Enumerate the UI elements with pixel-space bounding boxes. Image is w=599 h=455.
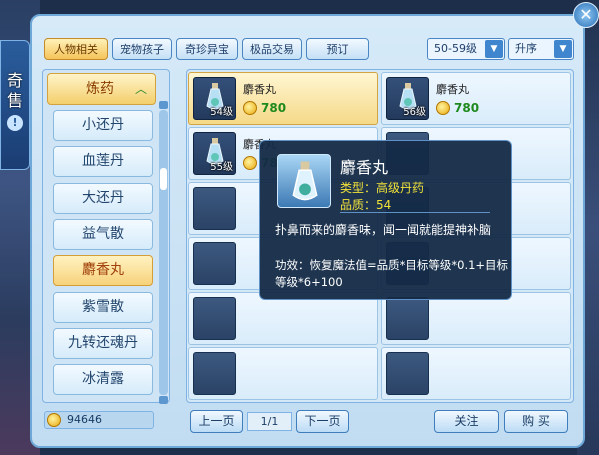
scroll-up-icon[interactable] <box>159 101 168 109</box>
page-number: 1/1 <box>247 412 292 431</box>
listing-cell[interactable]: 56级 麝香丸 780 <box>381 72 571 125</box>
close-icon: ✕ <box>579 5 593 24</box>
level-filter-select[interactable]: 50-59级 ▼ <box>427 38 505 60</box>
category-header[interactable]: 炼药 ︿ <box>47 73 156 105</box>
level-filter-value: 50-59级 <box>434 42 477 55</box>
sort-value: 升序 <box>515 42 537 55</box>
empty-slot <box>193 242 236 285</box>
category-scrollbar[interactable] <box>159 101 168 404</box>
exclamation-icon: ! <box>7 115 23 131</box>
chevron-down-icon: ▼ <box>485 40 503 58</box>
item-level: 54级 <box>210 107 233 118</box>
scrollbar-thumb[interactable] <box>160 168 167 190</box>
tooltip-type: 类型：高级丹药 <box>340 181 425 195</box>
gold-amount: 94646 <box>67 413 102 426</box>
next-page-button[interactable]: 下一页 <box>296 410 349 433</box>
side-tab-char-1: 奇 <box>6 71 23 90</box>
tooltip-divider <box>340 212 490 213</box>
buy-button[interactable]: 购 买 <box>504 410 568 433</box>
tab-character[interactable]: 人物相关 <box>44 38 108 60</box>
tooltip-item-slot <box>277 154 331 208</box>
listing-cell-empty[interactable] <box>188 347 378 400</box>
tooltip-quality: 品质：54 <box>340 198 392 212</box>
tab-reserve[interactable]: 预订 <box>306 38 369 60</box>
category-label: 炼药 <box>86 81 114 97</box>
tooltip-description: 扑鼻而来的麝香味，闻一闻就能提神补脑 <box>275 223 492 237</box>
list-item[interactable]: 益气散 <box>53 219 153 250</box>
chevron-down-icon: ▼ <box>554 40 572 58</box>
item-slot: 54级 <box>193 77 236 120</box>
empty-slot <box>386 297 429 340</box>
potion-bottle-icon <box>292 161 318 201</box>
item-level: 55级 <box>210 162 233 173</box>
item-tooltip: 麝香丸 类型：高级丹药 品质：54 扑鼻而来的麝香味，闻一闻就能提神补脑 功效：… <box>259 140 512 300</box>
side-tab-char-2: 售 <box>6 91 23 110</box>
item-level: 56级 <box>403 107 426 118</box>
tab-pets[interactable]: 宠物孩子 <box>112 38 172 60</box>
coin-icon <box>47 413 61 427</box>
item-slot: 55级 <box>193 132 236 175</box>
follow-button[interactable]: 关注 <box>434 410 499 433</box>
list-item[interactable]: 小还丹 <box>53 110 153 141</box>
list-item[interactable]: 血莲丹 <box>53 146 153 177</box>
close-button[interactable]: ✕ <box>573 2 599 28</box>
coin-icon <box>243 101 257 115</box>
empty-slot <box>193 297 236 340</box>
sort-select[interactable]: 升序 ▼ <box>508 38 574 60</box>
tooltip-effect: 功效：恢复魔法值=品质*目标等级*0.1+目标等级*6+100 <box>275 258 509 289</box>
list-item[interactable]: 紫雪散 <box>53 292 153 323</box>
empty-slot <box>193 187 236 230</box>
tooltip-title: 麝香丸 <box>340 158 389 177</box>
coin-icon <box>243 156 257 170</box>
prev-page-button[interactable]: 上一页 <box>190 410 243 433</box>
item-slot: 56级 <box>386 77 429 120</box>
item-price: 780 <box>454 101 480 115</box>
tab-treasures[interactable]: 奇珍异宝 <box>176 38 238 60</box>
list-item[interactable]: 九转还魂丹 <box>53 328 153 359</box>
empty-slot <box>193 352 236 395</box>
tab-premium[interactable]: 极品交易 <box>242 38 302 60</box>
item-price: 780 <box>261 101 287 115</box>
item-name: 麝香丸 <box>243 83 276 96</box>
gold-display: 94646 <box>44 411 154 429</box>
side-tab-trade[interactable]: 奇 售 ! <box>0 40 30 170</box>
coin-icon <box>436 101 450 115</box>
list-item[interactable]: 大还丹 <box>53 183 153 214</box>
chevron-up-icon: ︿ <box>134 82 147 96</box>
listing-cell-empty[interactable] <box>381 347 571 400</box>
empty-slot <box>386 352 429 395</box>
list-item[interactable]: 冰清露 <box>53 364 153 395</box>
listing-cell[interactable]: 54级 麝香丸 780 <box>188 72 378 125</box>
list-item[interactable]: 麝香丸 <box>53 255 153 286</box>
item-name: 麝香丸 <box>436 83 469 96</box>
scroll-down-icon[interactable] <box>159 396 168 404</box>
